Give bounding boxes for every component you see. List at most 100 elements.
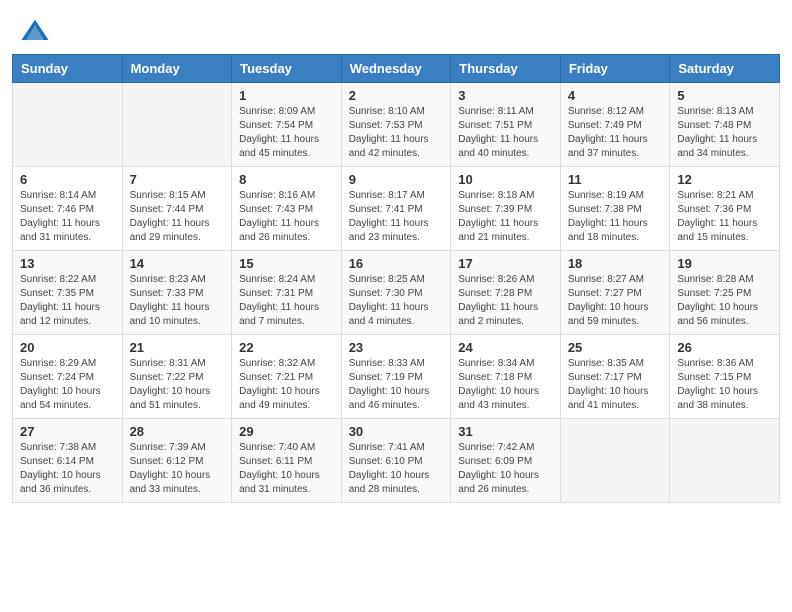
day-cell	[122, 83, 232, 167]
day-info: Sunrise: 8:29 AMSunset: 7:24 PMDaylight:…	[20, 357, 115, 413]
day-info: Sunrise: 8:28 AMSunset: 7:25 PMDaylight:…	[677, 273, 772, 329]
day-info: Sunrise: 8:26 AMSunset: 7:28 PMDaylight:…	[458, 273, 553, 329]
calendar-body: 1 Sunrise: 8:09 AMSunset: 7:54 PMDaylight…	[13, 83, 780, 503]
day-info: Sunrise: 8:17 AMSunset: 7:41 PMDaylight:…	[349, 189, 444, 245]
day-number: 8	[239, 172, 334, 187]
day-info: Sunrise: 8:27 AMSunset: 7:27 PMDaylight:…	[568, 273, 663, 329]
day-number: 26	[677, 340, 772, 355]
day-info: Sunrise: 8:10 AMSunset: 7:53 PMDaylight:…	[349, 105, 444, 161]
day-number: 2	[349, 88, 444, 103]
day-number: 6	[20, 172, 115, 187]
day-info: Sunrise: 7:40 AMSunset: 6:11 PMDaylight:…	[239, 441, 334, 497]
day-info: Sunrise: 8:14 AMSunset: 7:46 PMDaylight:…	[20, 189, 115, 245]
day-info: Sunrise: 8:15 AMSunset: 7:44 PMDaylight:…	[130, 189, 225, 245]
day-cell: 23Sunrise: 8:33 AMSunset: 7:19 PMDayligh…	[341, 335, 451, 419]
day-cell: 6 Sunrise: 8:14 AMSunset: 7:46 PMDaylight…	[13, 167, 123, 251]
day-number: 22	[239, 340, 334, 355]
day-info: Sunrise: 7:41 AMSunset: 6:10 PMDaylight:…	[349, 441, 444, 497]
day-number: 30	[349, 424, 444, 439]
header-row: SundayMondayTuesdayWednesdayThursdayFrid…	[13, 55, 780, 83]
day-header-sunday: Sunday	[13, 55, 123, 83]
day-cell: 22 Sunrise: 8:32 AMSunset: 7:21 PMDayligh…	[232, 335, 342, 419]
day-cell: 25Sunrise: 8:35 AMSunset: 7:17 PMDayligh…	[560, 335, 670, 419]
day-cell: 21 Sunrise: 8:31 AMSunset: 7:22 PMDayligh…	[122, 335, 232, 419]
day-number: 17	[458, 256, 553, 271]
day-info: Sunrise: 8:23 AMSunset: 7:33 PMDaylight:…	[130, 273, 225, 329]
day-info: Sunrise: 8:35 AMSunset: 7:17 PMDaylight:…	[568, 357, 663, 413]
day-number: 10	[458, 172, 553, 187]
day-cell: 29 Sunrise: 7:40 AMSunset: 6:11 PMDayligh…	[232, 419, 342, 503]
day-cell: 20 Sunrise: 8:29 AMSunset: 7:24 PMDayligh…	[13, 335, 123, 419]
day-number: 27	[20, 424, 115, 439]
week-row-3: 13 Sunrise: 8:22 AMSunset: 7:35 PMDayligh…	[13, 251, 780, 335]
day-number: 7	[130, 172, 225, 187]
day-number: 19	[677, 256, 772, 271]
day-cell: 1 Sunrise: 8:09 AMSunset: 7:54 PMDaylight…	[232, 83, 342, 167]
day-cell: 15 Sunrise: 8:24 AMSunset: 7:31 PMDayligh…	[232, 251, 342, 335]
calendar-table: SundayMondayTuesdayWednesdayThursdayFrid…	[12, 54, 780, 503]
day-number: 1	[239, 88, 334, 103]
day-cell: 4Sunrise: 8:12 AMSunset: 7:49 PMDaylight…	[560, 83, 670, 167]
day-info: Sunrise: 8:12 AMSunset: 7:49 PMDaylight:…	[568, 105, 663, 161]
day-info: Sunrise: 8:22 AMSunset: 7:35 PMDaylight:…	[20, 273, 115, 329]
day-cell: 31Sunrise: 7:42 AMSunset: 6:09 PMDayligh…	[451, 419, 561, 503]
day-cell: 26 Sunrise: 8:36 AMSunset: 7:15 PMDayligh…	[670, 335, 780, 419]
day-number: 16	[349, 256, 444, 271]
day-cell	[670, 419, 780, 503]
day-cell: 18Sunrise: 8:27 AMSunset: 7:27 PMDayligh…	[560, 251, 670, 335]
logo	[20, 16, 54, 46]
week-row-2: 6 Sunrise: 8:14 AMSunset: 7:46 PMDaylight…	[13, 167, 780, 251]
day-cell	[13, 83, 123, 167]
day-header-saturday: Saturday	[670, 55, 780, 83]
day-cell: 27 Sunrise: 7:38 AMSunset: 6:14 PMDayligh…	[13, 419, 123, 503]
day-number: 15	[239, 256, 334, 271]
day-number: 5	[677, 88, 772, 103]
day-number: 21	[130, 340, 225, 355]
day-info: Sunrise: 8:33 AMSunset: 7:19 PMDaylight:…	[349, 357, 444, 413]
day-cell: 19 Sunrise: 8:28 AMSunset: 7:25 PMDayligh…	[670, 251, 780, 335]
logo-icon	[20, 16, 50, 46]
day-cell: 13 Sunrise: 8:22 AMSunset: 7:35 PMDayligh…	[13, 251, 123, 335]
day-cell: 2 Sunrise: 8:10 AMSunset: 7:53 PMDaylight…	[341, 83, 451, 167]
day-info: Sunrise: 8:18 AMSunset: 7:39 PMDaylight:…	[458, 189, 553, 245]
day-header-friday: Friday	[560, 55, 670, 83]
day-header-thursday: Thursday	[451, 55, 561, 83]
day-info: Sunrise: 8:32 AMSunset: 7:21 PMDaylight:…	[239, 357, 334, 413]
day-cell: 14 Sunrise: 8:23 AMSunset: 7:33 PMDayligh…	[122, 251, 232, 335]
day-number: 28	[130, 424, 225, 439]
day-number: 14	[130, 256, 225, 271]
day-cell: 9Sunrise: 8:17 AMSunset: 7:41 PMDaylight…	[341, 167, 451, 251]
day-cell: 24Sunrise: 8:34 AMSunset: 7:18 PMDayligh…	[451, 335, 561, 419]
page-header	[0, 0, 792, 54]
day-cell: 3Sunrise: 8:11 AMSunset: 7:51 PMDaylight…	[451, 83, 561, 167]
day-info: Sunrise: 8:13 AMSunset: 7:48 PMDaylight:…	[677, 105, 772, 161]
day-info: Sunrise: 8:19 AMSunset: 7:38 PMDaylight:…	[568, 189, 663, 245]
week-row-5: 27 Sunrise: 7:38 AMSunset: 6:14 PMDayligh…	[13, 419, 780, 503]
week-row-1: 1 Sunrise: 8:09 AMSunset: 7:54 PMDaylight…	[13, 83, 780, 167]
day-cell: 17 Sunrise: 8:26 AMSunset: 7:28 PMDayligh…	[451, 251, 561, 335]
day-header-wednesday: Wednesday	[341, 55, 451, 83]
day-info: Sunrise: 8:21 AMSunset: 7:36 PMDaylight:…	[677, 189, 772, 245]
day-number: 24	[458, 340, 553, 355]
day-number: 13	[20, 256, 115, 271]
day-cell: 8 Sunrise: 8:16 AMSunset: 7:43 PMDaylight…	[232, 167, 342, 251]
day-number: 20	[20, 340, 115, 355]
day-number: 29	[239, 424, 334, 439]
day-cell: 28 Sunrise: 7:39 AMSunset: 6:12 PMDayligh…	[122, 419, 232, 503]
day-cell	[560, 419, 670, 503]
day-info: Sunrise: 7:39 AMSunset: 6:12 PMDaylight:…	[130, 441, 225, 497]
day-info: Sunrise: 8:16 AMSunset: 7:43 PMDaylight:…	[239, 189, 334, 245]
day-info: Sunrise: 8:31 AMSunset: 7:22 PMDaylight:…	[130, 357, 225, 413]
day-info: Sunrise: 8:24 AMSunset: 7:31 PMDaylight:…	[239, 273, 334, 329]
day-cell: 11Sunrise: 8:19 AMSunset: 7:38 PMDayligh…	[560, 167, 670, 251]
day-info: Sunrise: 8:36 AMSunset: 7:15 PMDaylight:…	[677, 357, 772, 413]
day-info: Sunrise: 7:38 AMSunset: 6:14 PMDaylight:…	[20, 441, 115, 497]
week-row-4: 20 Sunrise: 8:29 AMSunset: 7:24 PMDayligh…	[13, 335, 780, 419]
day-info: Sunrise: 8:09 AMSunset: 7:54 PMDaylight:…	[239, 105, 334, 161]
day-cell: 7 Sunrise: 8:15 AMSunset: 7:44 PMDaylight…	[122, 167, 232, 251]
day-info: Sunrise: 8:25 AMSunset: 7:30 PMDaylight:…	[349, 273, 444, 329]
day-cell: 30 Sunrise: 7:41 AMSunset: 6:10 PMDayligh…	[341, 419, 451, 503]
day-number: 31	[458, 424, 553, 439]
day-cell: 16 Sunrise: 8:25 AMSunset: 7:30 PMDayligh…	[341, 251, 451, 335]
day-header-tuesday: Tuesday	[232, 55, 342, 83]
